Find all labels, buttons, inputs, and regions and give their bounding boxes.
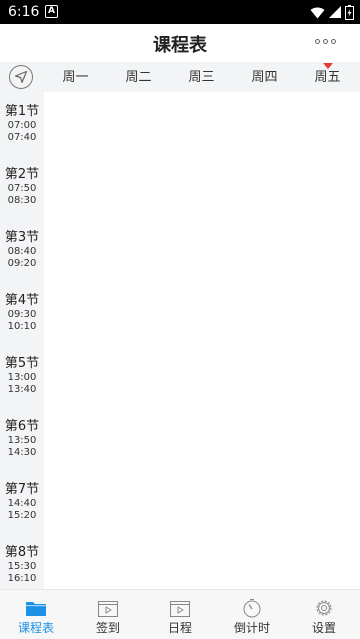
period-column: 第1节 07:00 07:40 第2节 07:50 08:30 第3节 08:4…: [0, 92, 44, 589]
period-label: 第4节: [4, 293, 40, 308]
tab-label: 日程: [167, 621, 192, 635]
period-end: 10:10: [7, 321, 37, 332]
period-start: 14:40: [7, 498, 37, 509]
period-end: 15:20: [7, 510, 37, 521]
period-end: 09:20: [7, 258, 37, 269]
day-header-tue[interactable]: 周二: [107, 62, 170, 92]
day-label: 周四: [251, 70, 278, 85]
period-start: 08:40: [7, 246, 37, 257]
period-4: 第4节 09:30 10:10: [0, 293, 44, 333]
period-start: 09:30: [7, 309, 37, 320]
navigation-icon[interactable]: [9, 65, 33, 89]
period-start: 07:50: [7, 183, 37, 194]
period-3: 第3节 08:40 09:20: [0, 230, 44, 270]
tab-settings[interactable]: 设置: [288, 590, 360, 639]
navigation-arrow-icon: [14, 70, 28, 84]
tab-label: 倒计时: [233, 621, 270, 635]
period-1: 第1节 07:00 07:40: [0, 104, 44, 144]
day-header-wed[interactable]: 周三: [170, 62, 233, 92]
more-dot: [331, 39, 336, 44]
timetable-grid[interactable]: [44, 92, 360, 589]
day-header-fri[interactable]: 周五: [296, 62, 359, 92]
video-icon: [98, 601, 118, 617]
period-start: 07:00: [7, 120, 37, 131]
timer-icon: [243, 599, 261, 618]
tab-countdown[interactable]: 倒计时: [216, 590, 288, 639]
period-start: 13:50: [7, 435, 37, 446]
period-label: 第6节: [4, 419, 40, 434]
tab-checkin[interactable]: 签到: [72, 590, 144, 639]
period-end: 14:30: [7, 447, 37, 458]
more-icon[interactable]: [315, 39, 336, 44]
day-label: 周三: [188, 70, 215, 85]
app-header: 课程表: [0, 24, 360, 62]
period-label: 第3节: [4, 230, 40, 245]
period-label: 第5节: [4, 356, 40, 371]
status-icons: [310, 4, 354, 20]
period-8: 第8节 15:30 16:10: [0, 545, 44, 585]
period-6: 第6节 13:50 14:30: [0, 419, 44, 459]
notification-icon: A: [45, 5, 58, 18]
page-title: 课程表: [153, 35, 207, 56]
day-label: 周二: [125, 70, 152, 85]
period-end: 07:40: [7, 132, 37, 143]
period-end: 13:40: [7, 384, 37, 395]
video-icon: [170, 601, 190, 617]
period-5: 第5节 13:00 13:40: [0, 356, 44, 396]
bottom-tab-bar: 课程表 签到 日程 倒计时 设置: [0, 589, 360, 639]
period-2: 第2节 07:50 08:30: [0, 167, 44, 207]
period-start: 15:30: [7, 561, 37, 572]
signal-icon: [329, 6, 341, 18]
day-header-thu[interactable]: 周四: [233, 62, 296, 92]
gear-icon: [316, 600, 332, 616]
period-start: 13:00: [7, 372, 37, 383]
tab-label: 课程表: [17, 621, 54, 635]
period-label: 第1节: [4, 104, 40, 119]
period-7: 第7节 14:40 15:20: [0, 482, 44, 522]
tab-label: 设置: [311, 621, 336, 635]
tab-timetable[interactable]: 课程表: [0, 590, 72, 639]
tab-schedule[interactable]: 日程: [144, 590, 216, 639]
more-dot: [315, 39, 320, 44]
period-label: 第7节: [4, 482, 40, 497]
period-end: 08:30: [7, 195, 37, 206]
current-day-marker: [322, 63, 333, 69]
folder-icon: [26, 602, 46, 616]
tab-label: 签到: [95, 621, 120, 635]
wifi-icon: [310, 6, 325, 19]
day-label: 周一: [62, 70, 89, 85]
status-time: 6:16: [8, 4, 40, 20]
week-header: 周一 周二 周三 周四 周五: [0, 62, 360, 92]
period-end: 16:10: [7, 573, 37, 584]
more-dot: [323, 39, 328, 44]
day-header-mon[interactable]: 周一: [44, 62, 107, 92]
day-label: 周五: [314, 70, 341, 85]
status-bar: 6:16 A: [0, 0, 360, 24]
battery-icon: [345, 4, 354, 20]
period-label: 第2节: [4, 167, 40, 182]
period-label: 第8节: [4, 545, 40, 560]
